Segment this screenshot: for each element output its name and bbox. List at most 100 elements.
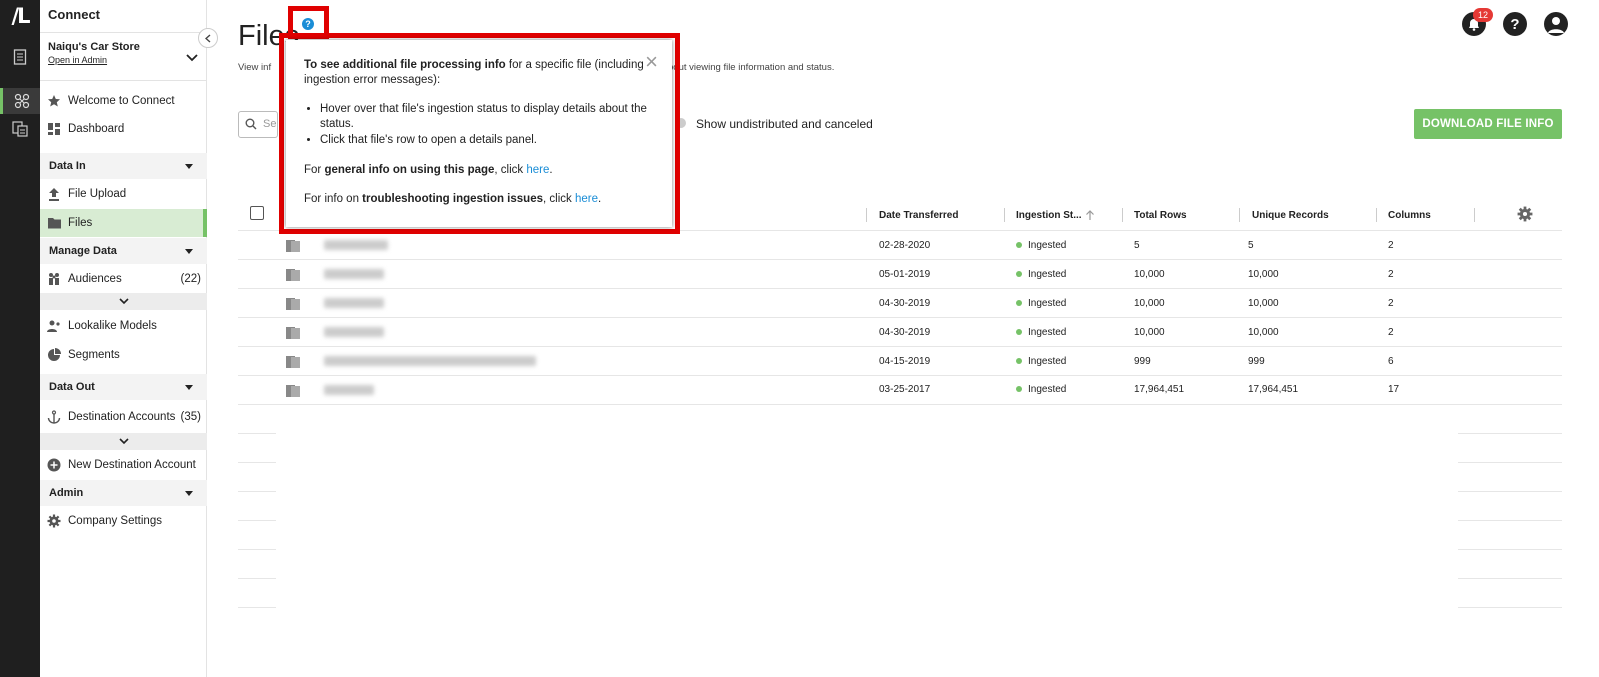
divider bbox=[40, 32, 207, 33]
section-data-in[interactable]: Data In bbox=[40, 153, 207, 179]
popup-troubleshooting: For info on troubleshooting ingestion is… bbox=[304, 192, 654, 207]
cell-status[interactable]: Ingested bbox=[1016, 298, 1066, 309]
download-file-info-button[interactable]: DOWNLOAD FILE INFO bbox=[1414, 109, 1562, 139]
sidebar-item-label: Company Settings bbox=[68, 515, 162, 527]
cell-unique-records: 10,000 bbox=[1248, 298, 1279, 309]
cell-date: 04-30-2019 bbox=[879, 298, 931, 309]
table-row[interactable]: 05-01-2019 Ingested 10,000 10,000 2 bbox=[238, 260, 1562, 288]
cell-status[interactable]: Ingested bbox=[1016, 356, 1066, 367]
sidebar-item-dashboard[interactable]: Dashboard bbox=[40, 115, 207, 143]
sidebar-item-welcome[interactable]: Welcome to Connect bbox=[40, 87, 207, 115]
search-input[interactable]: Se bbox=[238, 111, 278, 138]
troubleshooting-link[interactable]: here bbox=[575, 193, 598, 205]
column-separator bbox=[1376, 208, 1377, 222]
popup-text: , click bbox=[543, 193, 575, 205]
sidebar-item-destination-accounts[interactable]: Destination Accounts (35) bbox=[40, 403, 207, 431]
cell-date: 02-28-2020 bbox=[879, 240, 931, 251]
sidebar-item-new-destination[interactable]: New Destination Account bbox=[40, 451, 207, 479]
sidebar-item-segments[interactable]: Segments bbox=[40, 341, 207, 369]
data-icon[interactable] bbox=[0, 116, 40, 142]
file-icon bbox=[286, 355, 300, 373]
status-label: Ingested bbox=[1028, 327, 1067, 338]
cell-columns: 2 bbox=[1388, 298, 1394, 309]
popup-list-item: Hover over that file's ingestion status … bbox=[320, 102, 654, 132]
sidebar-item-label: Destination Accounts bbox=[68, 411, 176, 423]
sidebar-item-file-upload[interactable]: File Upload bbox=[40, 180, 207, 208]
cell-unique-records: 10,000 bbox=[1248, 269, 1279, 280]
popup-text: . bbox=[549, 164, 553, 176]
file-icon bbox=[286, 326, 300, 344]
blurred-filename bbox=[324, 385, 374, 395]
table-settings-gear-icon[interactable] bbox=[1517, 206, 1533, 227]
cell-status[interactable]: Ingested bbox=[1016, 269, 1066, 280]
popup-text: , click bbox=[494, 164, 527, 176]
question-icon[interactable]: ? bbox=[1503, 12, 1527, 36]
sidebar-item-audiences[interactable]: Audiences (22) bbox=[40, 265, 207, 293]
cell-total-rows: 10,000 bbox=[1134, 327, 1165, 338]
column-separator bbox=[1004, 208, 1005, 222]
close-icon[interactable]: × bbox=[645, 51, 658, 73]
expand-more-button[interactable] bbox=[40, 433, 207, 450]
sidebar-item-lookalike[interactable]: Lookalike Models bbox=[40, 312, 207, 340]
caret-down-icon bbox=[185, 385, 193, 390]
section-data-out[interactable]: Data Out bbox=[40, 374, 207, 400]
select-all-checkbox[interactable] bbox=[250, 206, 264, 220]
table-row[interactable]: 04-15-2019 Ingested 999 999 6 bbox=[238, 347, 1562, 375]
popup-text: For bbox=[304, 164, 325, 176]
collapse-sidebar-button[interactable] bbox=[198, 28, 218, 48]
cell-total-rows: 5 bbox=[1134, 240, 1140, 251]
cell-status[interactable]: Ingested bbox=[1016, 327, 1066, 338]
sidebar-item-label: Welcome to Connect bbox=[68, 95, 175, 107]
blurred-filename bbox=[324, 269, 384, 279]
column-header-total-rows[interactable]: Total Rows bbox=[1134, 200, 1187, 230]
people-icon bbox=[40, 265, 68, 293]
general-info-link[interactable]: here bbox=[526, 164, 549, 176]
cell-date: 05-01-2019 bbox=[879, 269, 931, 280]
company-selector[interactable]: Naiqu's Car Store Open in Admin bbox=[48, 41, 198, 74]
section-manage-data[interactable]: Manage Data bbox=[40, 238, 207, 264]
folder-icon bbox=[40, 209, 68, 237]
column-header-columns[interactable]: Columns bbox=[1388, 200, 1431, 230]
chevron-down-icon[interactable] bbox=[186, 49, 198, 67]
document-icon[interactable] bbox=[0, 44, 40, 70]
empty-row-line bbox=[1458, 578, 1562, 579]
user-avatar-icon[interactable] bbox=[1544, 12, 1568, 36]
column-header-unique-records[interactable]: Unique Records bbox=[1252, 200, 1329, 230]
section-label: Manage Data bbox=[49, 245, 117, 257]
question-glyph: ? bbox=[1510, 15, 1520, 33]
table-row[interactable]: 04-30-2019 Ingested 10,000 10,000 2 bbox=[238, 318, 1562, 346]
column-separator bbox=[1474, 208, 1475, 222]
app-logo[interactable]: /L bbox=[0, 4, 40, 34]
file-icon bbox=[286, 384, 300, 402]
add-circle-icon bbox=[40, 451, 68, 479]
open-in-admin-link[interactable]: Open in Admin bbox=[48, 55, 198, 65]
column-header-date[interactable]: Date Transferred bbox=[879, 200, 958, 230]
cell-columns: 2 bbox=[1388, 327, 1394, 338]
popup-bold: troubleshooting ingestion issues bbox=[362, 193, 543, 205]
cell-columns: 2 bbox=[1388, 269, 1394, 280]
connect-icon[interactable] bbox=[0, 88, 40, 114]
status-label: Ingested bbox=[1028, 356, 1067, 367]
table-row[interactable]: 03-25-2017 Ingested 17,964,451 17,964,45… bbox=[238, 376, 1562, 404]
file-icon bbox=[286, 297, 300, 315]
sidebar-item-label: File Upload bbox=[68, 188, 127, 200]
star-icon bbox=[40, 87, 68, 115]
table-row[interactable]: 04-30-2019 Ingested 10,000 10,000 2 bbox=[238, 289, 1562, 317]
cell-status[interactable]: Ingested bbox=[1016, 240, 1066, 251]
cell-date: 03-25-2017 bbox=[879, 384, 931, 395]
expand-more-button[interactable] bbox=[40, 293, 207, 310]
section-admin[interactable]: Admin bbox=[40, 480, 207, 506]
cell-status[interactable]: Ingested bbox=[1016, 384, 1066, 395]
empty-row-line bbox=[238, 520, 276, 521]
status-label: Ingested bbox=[1028, 298, 1067, 309]
cell-total-rows: 999 bbox=[1134, 356, 1151, 367]
column-header-status[interactable]: Ingestion St... bbox=[1016, 200, 1095, 230]
sidebar-item-files[interactable]: Files bbox=[40, 209, 207, 237]
table-row[interactable]: 02-28-2020 Ingested 5 5 2 bbox=[238, 231, 1562, 259]
page-description: View inf bbox=[238, 62, 272, 73]
sidebar-item-company-settings[interactable]: Company Settings bbox=[40, 507, 207, 535]
sidebar-item-label: Files bbox=[68, 217, 93, 229]
row-divider bbox=[238, 404, 1562, 405]
status-dot bbox=[1016, 329, 1022, 336]
popup-text: For info on bbox=[304, 193, 363, 205]
